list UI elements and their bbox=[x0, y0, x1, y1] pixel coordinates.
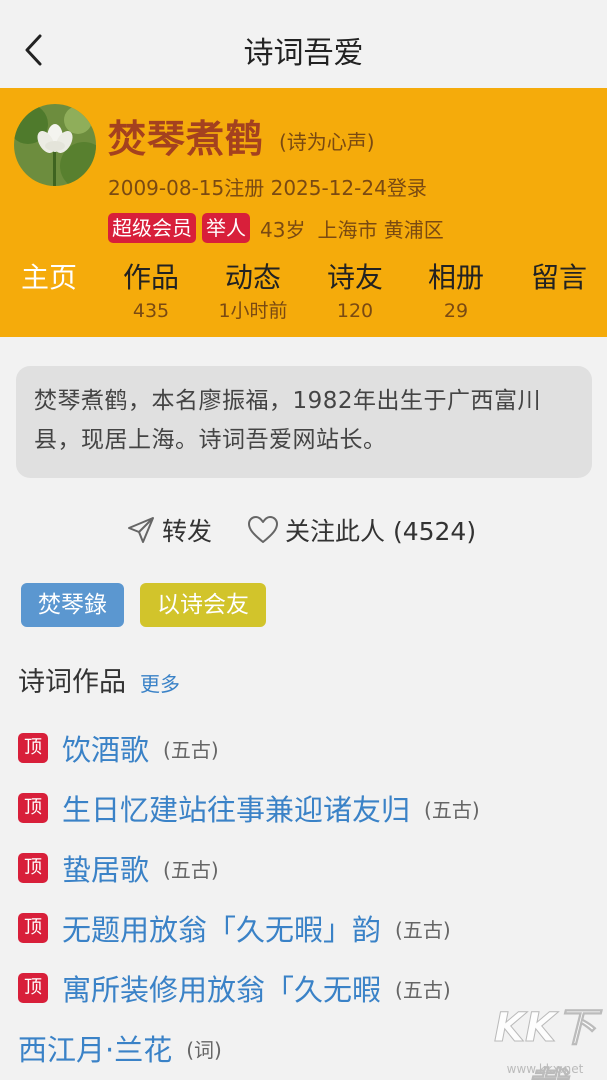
tab-label: 动态 bbox=[224, 261, 281, 294]
work-genre: (五古) bbox=[163, 737, 219, 762]
tab-messages[interactable]: 留言 bbox=[507, 258, 607, 298]
work-genre: (五古) bbox=[395, 917, 451, 942]
work-title: 蛰居歌 bbox=[62, 853, 150, 887]
tab-count: 1小时前 bbox=[218, 300, 288, 322]
profile-tabs: 主页 作品 435 动态 1小时前 诗友 120 相册 29 留言 bbox=[0, 258, 607, 328]
user-intro: 焚琴煮鹤，本名廖振福，1982年出生于广西富川县，现居上海。诗词吾爱网站长。 bbox=[16, 366, 592, 478]
tab-activity[interactable]: 动态 1小时前 bbox=[201, 258, 305, 324]
work-title: 无题用放翁「久无暇」韵 bbox=[62, 913, 382, 947]
pinned-badge: 顶 bbox=[18, 913, 48, 943]
account-dates: 2009-08-15注册 2025-12-24登录 bbox=[108, 172, 427, 201]
action-bar: 转发 关注此人 (4524) bbox=[0, 508, 607, 552]
pinned-badge: 顶 bbox=[18, 733, 48, 763]
tab-label: 主页 bbox=[20, 261, 77, 294]
work-title: 生日忆建站往事兼迎诸友归 bbox=[62, 793, 411, 827]
list-item[interactable]: 顶 无题用放翁「久无暇」韵 (五古) bbox=[0, 898, 607, 958]
register-date: 2009-08-15注册 bbox=[108, 176, 265, 200]
work-title: 西江月·兰花 bbox=[18, 1033, 173, 1067]
tab-label: 留言 bbox=[530, 261, 587, 294]
works-section-header: 诗词作品 更多 bbox=[18, 660, 180, 699]
work-genre: (词) bbox=[186, 1037, 222, 1062]
work-genre: (五古) bbox=[424, 797, 480, 822]
user-location: 上海市 黄浦区 bbox=[317, 217, 444, 242]
tab-album[interactable]: 相册 29 bbox=[404, 258, 508, 324]
work-title: 寓所装修用放翁「久无暇 bbox=[62, 973, 382, 1007]
user-meta: 超级会员 举人 43岁 上海市 黄浦区 bbox=[108, 213, 444, 243]
follow-label: 关注此人 (4524) bbox=[285, 517, 477, 546]
tab-home[interactable]: 主页 bbox=[0, 258, 101, 298]
avatar[interactable] bbox=[14, 104, 96, 186]
tab-works[interactable]: 作品 435 bbox=[99, 258, 203, 324]
profile-header: 焚琴煮鹤 (诗为心声) 2009-08-15注册 2025-12-24登录 超级… bbox=[0, 88, 607, 337]
more-link[interactable]: 更多 bbox=[140, 668, 180, 697]
user-age: 43岁 bbox=[260, 217, 306, 242]
work-title: 饮酒歌 bbox=[62, 733, 150, 767]
member-badge: 超级会员 bbox=[108, 213, 196, 243]
paper-plane-icon bbox=[128, 517, 154, 543]
user-motto: (诗为心声) bbox=[279, 130, 375, 154]
chip-poetry-friends[interactable]: 以诗会友 bbox=[140, 583, 266, 627]
pinned-badge: 顶 bbox=[18, 793, 48, 823]
work-genre: (五古) bbox=[163, 857, 219, 882]
username: 焚琴煮鹤 bbox=[108, 117, 265, 161]
list-item[interactable]: 西江月·兰花 (词) bbox=[0, 1018, 607, 1078]
tab-label: 相册 bbox=[427, 261, 484, 294]
top-bar: 诗词吾爱 bbox=[0, 0, 607, 88]
rank-badge: 举人 bbox=[202, 213, 250, 243]
pinned-badge: 顶 bbox=[18, 973, 48, 1003]
follow-button[interactable]: 关注此人 (4524) bbox=[247, 508, 476, 552]
chip-collection[interactable]: 焚琴錄 bbox=[21, 583, 124, 627]
list-item[interactable]: 顶 蛰居歌 (五古) bbox=[0, 838, 607, 898]
section-title: 诗词作品 bbox=[18, 667, 126, 698]
tab-label: 作品 bbox=[122, 261, 179, 294]
lotus-photo bbox=[14, 104, 96, 186]
list-item[interactable]: 顶 寓所装修用放翁「久无暇 (五古) bbox=[0, 958, 607, 1018]
tab-friends[interactable]: 诗友 120 bbox=[303, 258, 407, 324]
tab-count: 29 bbox=[443, 300, 469, 322]
tab-count: 120 bbox=[336, 300, 374, 322]
work-genre: (五古) bbox=[395, 977, 451, 1002]
tab-count: 435 bbox=[132, 300, 170, 322]
login-date: 2025-12-24登录 bbox=[270, 176, 427, 200]
pinned-badge: 顶 bbox=[18, 853, 48, 883]
heart-icon bbox=[248, 516, 278, 543]
page-title: 诗词吾爱 bbox=[243, 36, 364, 71]
tab-label: 诗友 bbox=[326, 261, 383, 294]
share-button[interactable]: 转发 bbox=[126, 508, 212, 552]
list-item[interactable]: 顶 饮酒歌 (五古) bbox=[0, 718, 607, 778]
share-label: 转发 bbox=[162, 517, 213, 546]
list-item[interactable]: 顶 生日忆建站往事兼迎诸友归 (五古) bbox=[0, 778, 607, 838]
